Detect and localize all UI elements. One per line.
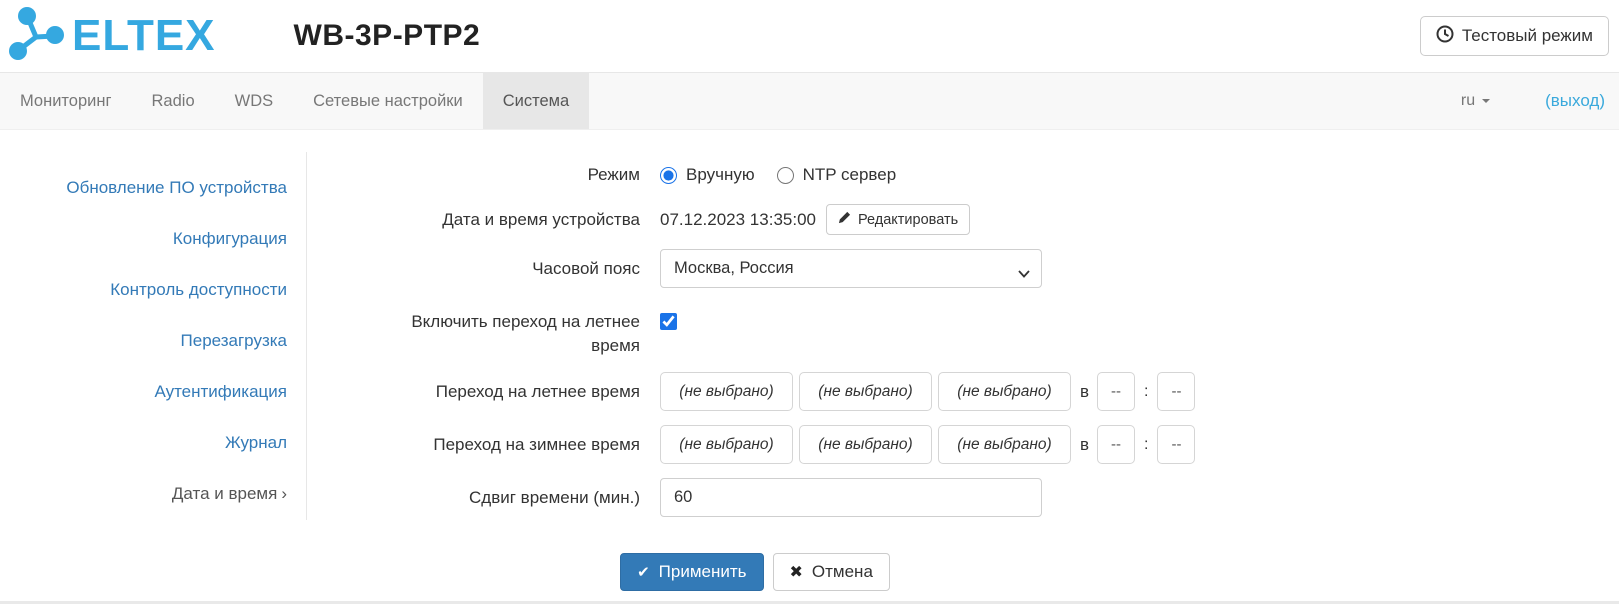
dst-start-hour-select[interactable]: -- xyxy=(1097,372,1135,411)
logout-link[interactable]: (выход) xyxy=(1545,91,1605,111)
date-time-form: Режим Вручную NTP сервер Дата и время ус… xyxy=(307,130,1195,591)
form-buttons: ✔ Применить ✖ Отмена xyxy=(385,553,1125,591)
sidebar-item-log[interactable]: Журнал xyxy=(0,417,306,468)
sidebar-item-configuration[interactable]: Конфигурация xyxy=(0,213,306,264)
dst-start-week-select[interactable]: (не выбрано) xyxy=(799,372,932,411)
page-title: WB-3P-PTP2 xyxy=(294,19,481,53)
eltex-molecule-icon xyxy=(8,6,66,67)
tab-network-settings[interactable]: Сетевые настройки xyxy=(293,73,483,129)
chevron-down-icon xyxy=(1018,264,1030,283)
dst-start-minute-select[interactable]: -- xyxy=(1157,372,1195,411)
mode-ntp-option[interactable]: NTP сервер xyxy=(777,165,897,185)
tab-wds[interactable]: WDS xyxy=(215,73,294,129)
device-datetime-value: 07.12.2023 13:35:00 xyxy=(660,210,816,230)
tab-monitoring[interactable]: Мониторинг xyxy=(0,73,132,129)
mode-label: Режим xyxy=(385,163,640,187)
chevron-right-icon: › xyxy=(281,484,287,503)
sidebar-item-reboot[interactable]: Перезагрузка xyxy=(0,315,306,366)
header: ELTEX WB-3P-PTP2 Тестовый режим xyxy=(0,0,1619,72)
x-icon: ✖ xyxy=(790,562,803,582)
sidebar-item-date-time[interactable]: Дата и время› xyxy=(0,468,306,519)
mode-ntp-label: NTP сервер xyxy=(803,165,897,185)
time-offset-label: Сдвиг времени (мин.) xyxy=(385,486,640,510)
apply-button-label: Применить xyxy=(659,562,747,582)
test-mode-button[interactable]: Тестовый режим xyxy=(1420,16,1609,56)
dst-end-minute-select[interactable]: -- xyxy=(1157,425,1195,464)
caret-down-icon xyxy=(1482,99,1490,103)
clock-icon xyxy=(1436,25,1454,48)
pencil-icon xyxy=(838,211,851,228)
apply-button[interactable]: ✔ Применить xyxy=(620,553,763,591)
dst-end-month-select[interactable]: (не выбрано) xyxy=(660,425,793,464)
dst-start-month-select[interactable]: (не выбрано) xyxy=(660,372,793,411)
dst-start-row: Переход на летнее время (не выбрано) (не… xyxy=(385,372,1195,411)
timezone-row: Часовой пояс Москва, Россия xyxy=(385,249,1195,288)
tab-radio[interactable]: Radio xyxy=(132,73,215,129)
mode-manual-radio[interactable] xyxy=(660,167,677,184)
tab-system[interactable]: Система xyxy=(483,73,589,129)
sidebar-item-authentication[interactable]: Аутентификация xyxy=(0,366,306,417)
mode-manual-label: Вручную xyxy=(686,165,755,185)
timezone-select[interactable]: Москва, Россия xyxy=(660,249,1042,288)
dst-end-colon: : xyxy=(1144,436,1148,454)
cancel-button[interactable]: ✖ Отмена xyxy=(773,553,890,591)
page: ELTEX WB-3P-PTP2 Тестовый режим Монитори… xyxy=(0,0,1619,604)
dst-enable-row: Включить переход на летнее время xyxy=(385,310,1195,358)
timezone-selected-value: Москва, Россия xyxy=(674,259,794,278)
sidebar-item-firmware-update[interactable]: Обновление ПО устройства xyxy=(0,162,306,213)
timezone-label: Часовой пояс xyxy=(385,257,640,281)
dst-end-week-select[interactable]: (не выбрано) xyxy=(799,425,932,464)
time-offset-input[interactable] xyxy=(660,478,1042,517)
dst-end-row: Переход на зимнее время (не выбрано) (не… xyxy=(385,425,1195,464)
edit-datetime-button[interactable]: Редактировать xyxy=(826,204,970,235)
sidebar-item-date-time-label: Дата и время xyxy=(172,484,277,503)
logo-text: ELTEX xyxy=(72,14,216,58)
dst-start-label: Переход на летнее время xyxy=(385,380,640,404)
navbar: Мониторинг Radio WDS Сетевые настройки С… xyxy=(0,72,1619,130)
dst-enable-checkbox[interactable] xyxy=(660,313,677,330)
device-datetime-row: Дата и время устройства 07.12.2023 13:35… xyxy=(385,204,1195,235)
mode-manual-option[interactable]: Вручную xyxy=(660,165,755,185)
test-mode-label: Тестовый режим xyxy=(1462,26,1593,46)
cancel-button-label: Отмена xyxy=(812,562,873,582)
sidebar: Обновление ПО устройства Конфигурация Ко… xyxy=(0,152,307,520)
checkmark-icon: ✔ xyxy=(637,563,650,581)
mode-ntp-radio[interactable] xyxy=(777,167,794,184)
dst-end-hour-select[interactable]: -- xyxy=(1097,425,1135,464)
time-offset-row: Сдвиг времени (мин.) xyxy=(385,478,1195,517)
mode-row: Режим Вручную NTP сервер xyxy=(385,160,1195,190)
language-label: ru xyxy=(1461,92,1475,110)
dst-end-label: Переход на зимнее время xyxy=(385,433,640,457)
language-dropdown[interactable]: ru xyxy=(1461,92,1490,110)
dst-end-preposition: в xyxy=(1080,435,1089,455)
dst-end-day-select[interactable]: (не выбрано) xyxy=(938,425,1071,464)
dst-start-preposition: в xyxy=(1080,382,1089,402)
navbar-right: ru (выход) xyxy=(1461,73,1619,129)
dst-start-day-select[interactable]: (не выбрано) xyxy=(938,372,1071,411)
content: Обновление ПО устройства Конфигурация Ко… xyxy=(0,130,1619,591)
sidebar-item-availability-control[interactable]: Контроль доступности xyxy=(0,264,306,315)
dst-start-colon: : xyxy=(1144,383,1148,401)
edit-datetime-label: Редактировать xyxy=(858,212,958,228)
eltex-logo: ELTEX xyxy=(8,6,216,67)
dst-enable-label: Включить переход на летнее время xyxy=(385,310,640,358)
device-datetime-label: Дата и время устройства xyxy=(385,208,640,232)
